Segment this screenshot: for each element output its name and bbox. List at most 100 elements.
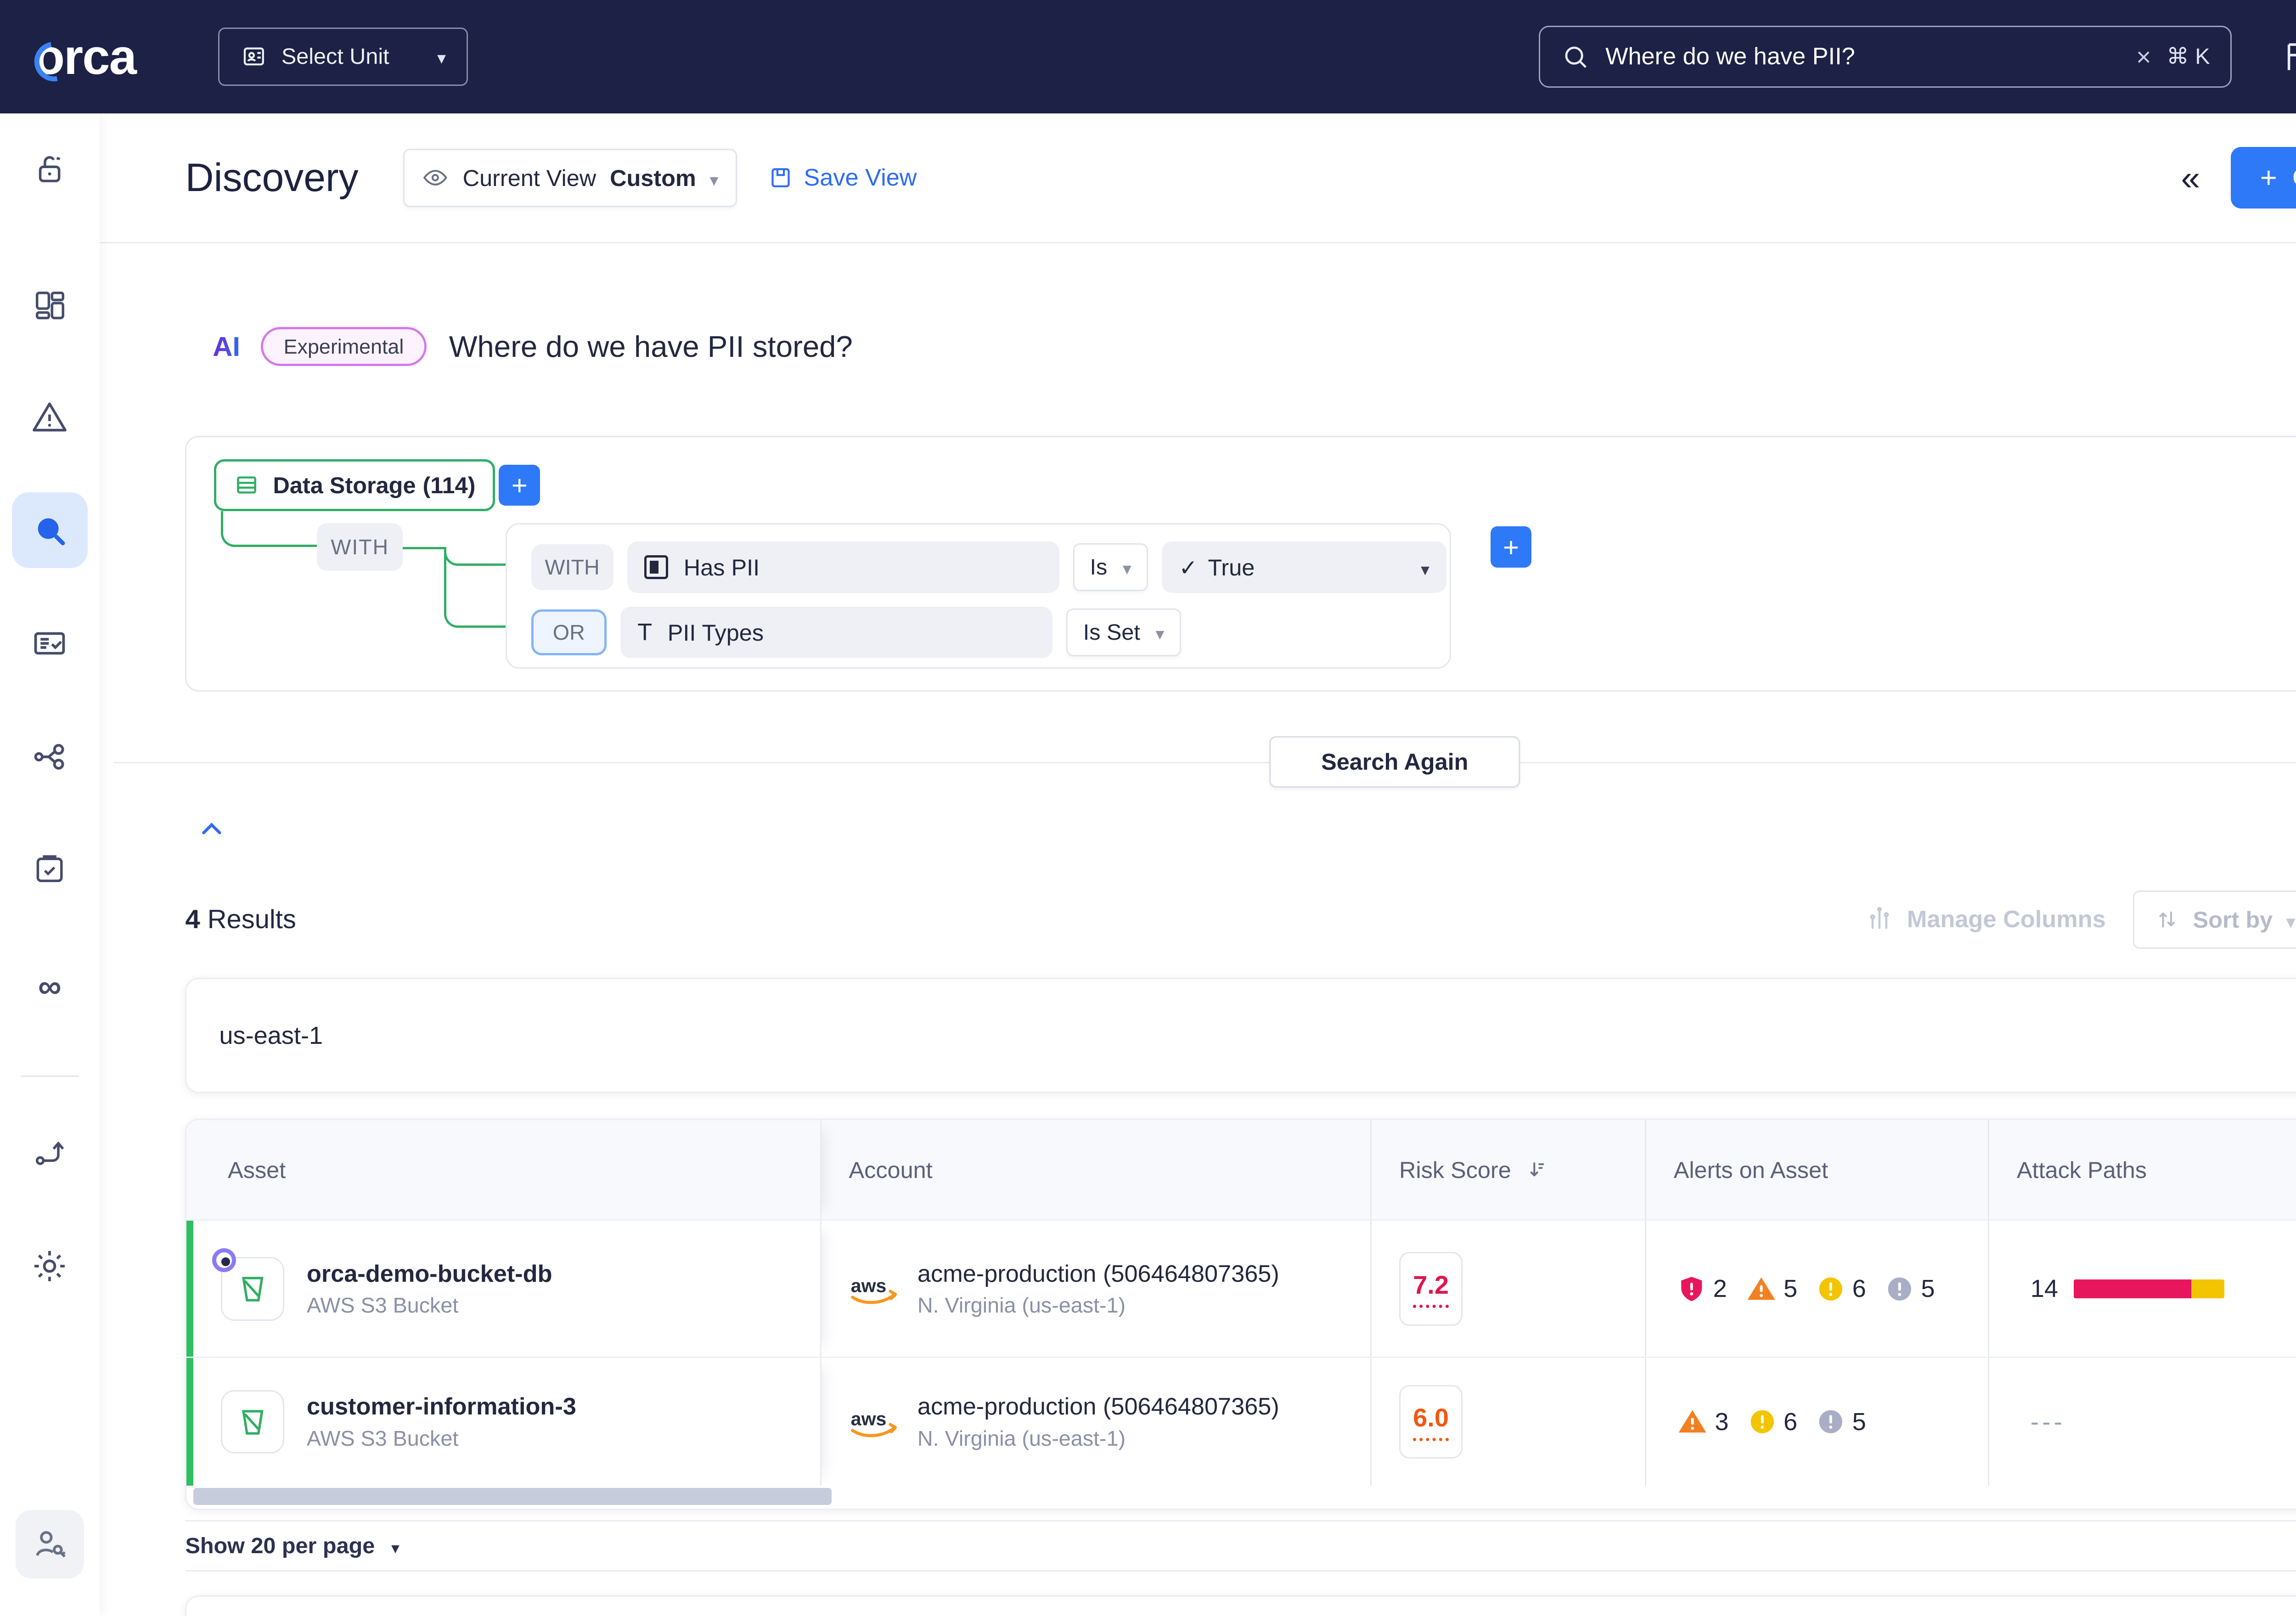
sidebar-item-discovery[interactable] xyxy=(12,492,87,568)
condition-group: WITH Has PII Is True OR xyxy=(506,523,1451,669)
asset-type-label: Data Storage xyxy=(273,472,416,499)
operator-dropdown[interactable]: Is Set xyxy=(1066,608,1181,657)
results-table: Asset Account Risk Score Alerts on Asset… xyxy=(185,1119,2296,1510)
search-input[interactable] xyxy=(1605,43,2121,70)
ai-question: Where do we have PII stored? xyxy=(449,329,853,364)
triangle-high-icon xyxy=(1746,1273,1777,1304)
value-dropdown[interactable]: True xyxy=(1162,541,1446,593)
attack-paths-count[interactable]: 14 xyxy=(2031,1274,2058,1303)
medium-alerts[interactable]: 6 xyxy=(1748,1407,1798,1437)
ai-found-badge xyxy=(212,1248,236,1272)
sidebar-item-shift-left[interactable]: ∞ xyxy=(16,952,84,1020)
shield-critical-icon xyxy=(1677,1274,1706,1304)
connector-line xyxy=(403,547,444,549)
flag-icon[interactable] xyxy=(2280,39,2296,74)
circle-medium-icon xyxy=(1748,1407,1777,1437)
sidebar-item-compliance[interactable] xyxy=(16,835,84,904)
sidebar: ∞ xyxy=(0,113,100,1617)
column-header-account[interactable]: Account xyxy=(822,1120,1370,1220)
asset-cell: orca-demo-bucket-db AWS S3 Bucket xyxy=(186,1221,821,1357)
ai-query-row: AI Experimental Where do we have PII sto… xyxy=(100,278,2296,415)
risk-score-badge[interactable]: 6.0 xyxy=(1399,1385,1463,1459)
current-view-label: Current View xyxy=(463,164,597,192)
asset-type-chip[interactable]: Data Storage (114) xyxy=(214,459,495,511)
search-again-button[interactable]: Search Again xyxy=(1270,736,1520,788)
horizontal-scrollbar[interactable] xyxy=(186,1484,2296,1508)
account-name[interactable]: acme-production (506464807365) xyxy=(917,1260,1279,1288)
row-status-indicator xyxy=(186,1358,193,1485)
collapse-panel-icon[interactable]: « xyxy=(2181,158,2200,197)
alerts-cell: 2 5 6 5 xyxy=(1645,1221,1988,1357)
column-header-risk-score[interactable]: Risk Score xyxy=(1370,1120,1645,1220)
clear-search-icon[interactable]: × xyxy=(2136,42,2151,72)
low-alerts[interactable]: 5 xyxy=(1816,1407,1866,1437)
global-search[interactable]: × ⌘ K xyxy=(1539,26,2232,87)
operator-dropdown[interactable]: Is xyxy=(1073,543,1148,592)
create-button[interactable]: Create xyxy=(2231,147,2296,208)
risk-score-value: 6.0 xyxy=(1413,1403,1449,1441)
current-view-dropdown[interactable]: Current View Custom xyxy=(403,149,737,207)
low-alerts[interactable]: 5 xyxy=(1885,1274,1935,1304)
next-group-card[interactable] xyxy=(185,1595,2296,1616)
s3-bucket-icon xyxy=(221,1257,284,1320)
current-view-value: Custom xyxy=(610,164,696,192)
scrollbar-thumb[interactable] xyxy=(193,1488,832,1505)
sidebar-item-settings[interactable] xyxy=(16,1232,84,1300)
risk-score-cell: 6.0 xyxy=(1370,1358,1645,1485)
medium-alerts[interactable]: 6 xyxy=(1816,1274,1866,1304)
per-page-label[interactable]: Show 20 per page xyxy=(185,1533,375,1559)
asset-name[interactable]: orca-demo-bucket-db xyxy=(307,1260,552,1288)
sidebar-item-inventory[interactable] xyxy=(16,609,84,677)
warning-triangle-icon xyxy=(30,397,69,437)
page-header: Discovery Current View Custom Save View … xyxy=(100,113,2296,244)
group-name: us-east-1 xyxy=(219,1021,323,1050)
gear-icon xyxy=(30,1246,69,1286)
account-cell: aws acme-production (506464807365) N. Vi… xyxy=(822,1221,1370,1357)
inventory-icon xyxy=(30,624,69,663)
field-selector[interactable]: Has PII xyxy=(627,541,1059,593)
column-header-alerts[interactable]: Alerts on Asset xyxy=(1645,1120,1988,1220)
sidebar-item-dashboards[interactable] xyxy=(16,271,84,339)
connector-line xyxy=(444,547,506,628)
triangle-high-icon xyxy=(1677,1406,1708,1437)
table-icon xyxy=(234,472,259,498)
save-view-button[interactable]: Save View xyxy=(768,164,917,192)
field-selector[interactable]: PII Types xyxy=(620,607,1052,658)
table-row[interactable]: orca-demo-bucket-db AWS S3 Bucket aws ac… xyxy=(186,1219,2296,1357)
graph-icon xyxy=(30,737,69,777)
column-header-attack-paths[interactable]: Attack Paths xyxy=(1988,1120,2296,1220)
or-connector-chip[interactable]: OR xyxy=(531,609,607,656)
sidebar-item-alerts[interactable] xyxy=(16,383,84,451)
route-arrow-icon xyxy=(31,1134,68,1172)
sort-by-dropdown[interactable]: Sort by xyxy=(2133,890,2296,949)
column-header-asset[interactable]: Asset xyxy=(186,1120,821,1220)
create-label: Create xyxy=(2293,164,2296,192)
chevron-down-icon xyxy=(710,164,719,192)
circle-low-icon xyxy=(1816,1407,1846,1437)
manage-columns-button[interactable]: Manage Columns xyxy=(1866,906,2106,933)
attack-paths-severity-bar xyxy=(2074,1279,2225,1298)
sidebar-item-security[interactable] xyxy=(16,135,84,204)
asset-name[interactable]: customer-information-3 xyxy=(307,1393,576,1420)
chevron-down-icon[interactable] xyxy=(388,1533,402,1559)
add-group-condition-button[interactable] xyxy=(1491,526,1532,568)
high-alerts[interactable]: 5 xyxy=(1746,1273,1797,1304)
risk-score-badge[interactable]: 7.2 xyxy=(1399,1252,1463,1326)
aws-logo: aws xyxy=(849,1270,900,1307)
field-label: PII Types xyxy=(668,619,764,646)
account-name[interactable]: acme-production (506464807365) xyxy=(917,1393,1279,1420)
chevron-down-icon xyxy=(437,44,446,69)
sidebar-item-integrations[interactable] xyxy=(16,1119,84,1187)
add-condition-button[interactable] xyxy=(499,465,540,506)
critical-alerts[interactable]: 2 xyxy=(1677,1274,1727,1304)
group-header-row[interactable]: us-east-1 2Items xyxy=(185,978,2296,1093)
sidebar-item-attack-paths[interactable] xyxy=(16,722,84,791)
clipboard-check-icon xyxy=(31,851,68,889)
select-unit-dropdown[interactable]: Select Unit xyxy=(218,28,467,86)
orca-logo[interactable]: orca xyxy=(34,28,136,85)
table-row[interactable]: customer-information-3 AWS S3 Bucket aws… xyxy=(186,1357,2296,1485)
high-alerts[interactable]: 3 xyxy=(1677,1406,1728,1437)
collapse-results-button[interactable] xyxy=(189,806,235,853)
sidebar-item-user-access[interactable] xyxy=(16,1510,84,1578)
sort-desc-icon xyxy=(1525,1159,1548,1181)
